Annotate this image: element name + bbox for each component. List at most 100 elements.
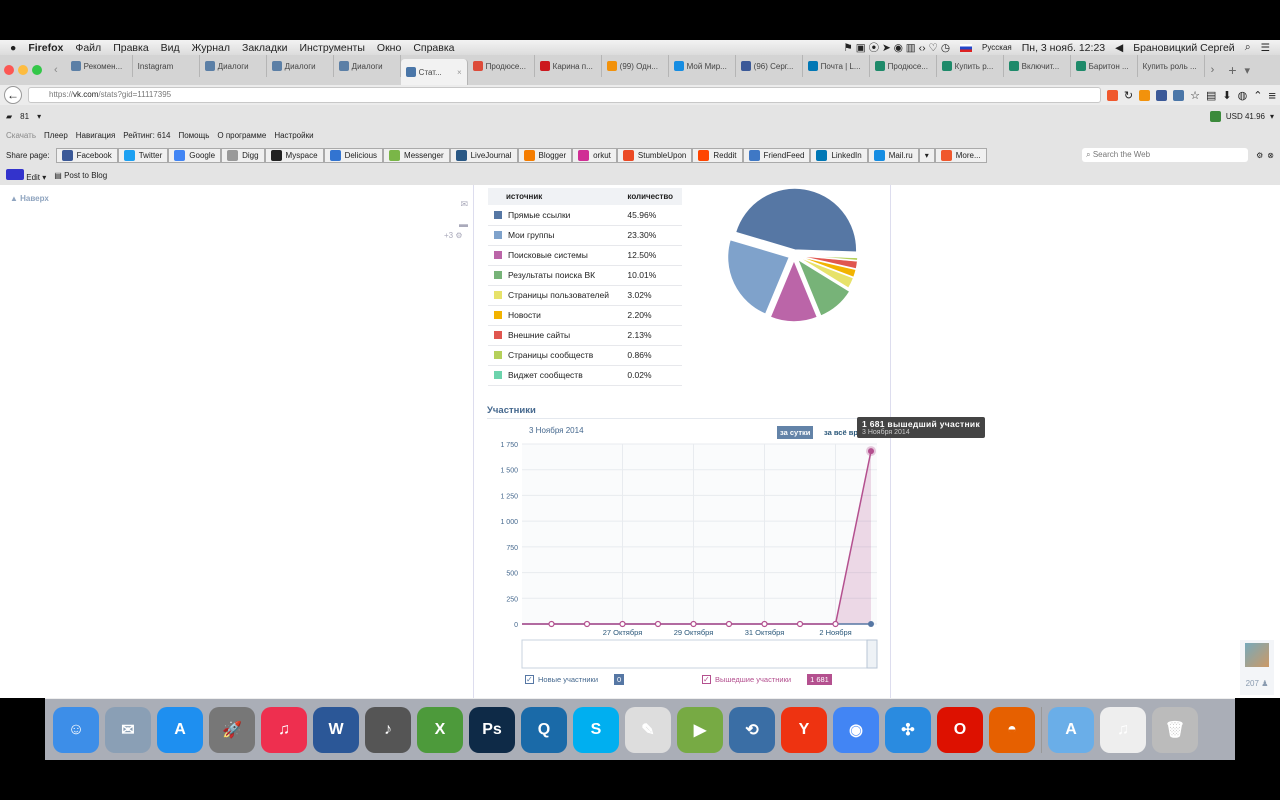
addon-plus-icon[interactable] — [1106, 89, 1118, 101]
tab-close-icon[interactable]: × — [457, 68, 462, 77]
tab[interactable]: Купить роль ... — [1138, 55, 1205, 77]
clock[interactable]: Пн, 3 нояб. 12:23 — [1022, 42, 1105, 54]
reload-icon[interactable]: ↻ — [1124, 89, 1133, 102]
dock-applications-icon[interactable]: A — [1048, 706, 1094, 753]
share-reddit[interactable]: Reddit — [692, 147, 743, 163]
share-myspace[interactable]: Myspace — [264, 147, 324, 163]
tabs-scroll-left[interactable]: ‹ — [54, 64, 58, 76]
addon-counter[interactable]: 81 — [20, 112, 29, 121]
volume-icon[interactable]: ◀ — [1115, 42, 1123, 54]
menu-help[interactable]: Справка — [413, 42, 454, 54]
addon-counter-icon[interactable]: ▰ — [6, 112, 12, 121]
dock-firefox-icon[interactable]: ◓ — [989, 706, 1035, 753]
share-facebook[interactable]: Facebook — [55, 147, 118, 163]
menu-bookmarks[interactable]: Закладки — [242, 42, 287, 54]
checkbox-new-members[interactable]: ✓ — [525, 675, 534, 684]
share-blogger[interactable]: Blogger — [517, 147, 573, 163]
range-handle[interactable] — [866, 639, 878, 669]
range-navigator[interactable] — [521, 639, 878, 669]
dock-time-machine-icon[interactable]: ⟲ — [729, 706, 775, 753]
menu-view[interactable]: Вид — [161, 42, 180, 54]
toolbar-download[interactable]: Скачать — [6, 131, 36, 140]
vk-icon[interactable] — [1173, 89, 1185, 101]
tab[interactable]: Продюсе... — [468, 55, 535, 77]
data-point[interactable] — [832, 620, 839, 628]
tab-list-dropdown[interactable]: ▾ — [1245, 64, 1251, 77]
menu-history[interactable]: Журнал — [192, 42, 230, 54]
tab[interactable]: Рекомен... — [66, 55, 133, 77]
tab[interactable]: Диалоги — [267, 55, 334, 77]
legend-left-members[interactable]: ✓ Вышедшие участники 1 681 — [702, 674, 832, 685]
toolbar-settings[interactable]: Настройки — [274, 131, 313, 140]
hamburger-menu-icon[interactable]: ≡ — [1268, 88, 1276, 103]
notification-icon[interactable]: ☰ — [1261, 42, 1270, 54]
checkbox-left-members[interactable]: ✓ — [702, 675, 711, 684]
data-point[interactable] — [761, 620, 768, 628]
currency-dropdown[interactable]: ▾ — [1270, 112, 1274, 121]
dock-finder-icon[interactable]: ☺ — [53, 706, 99, 753]
dock-mp3-icon[interactable]: ♫ — [1100, 706, 1146, 753]
dock-itunes-icon[interactable]: ♫ — [261, 706, 307, 753]
menu-app[interactable]: Firefox — [28, 42, 63, 54]
tab[interactable]: Почта | L... — [803, 55, 870, 77]
toolbar-about[interactable]: О программе — [217, 131, 266, 140]
tab[interactable]: Диалоги — [200, 55, 267, 77]
tab[interactable]: Продюсе... — [870, 55, 937, 77]
menu-file[interactable]: Файл — [75, 42, 101, 54]
input-language[interactable]: Русская — [982, 43, 1012, 52]
url-input[interactable]: https://vk.com/stats?gid=11117395 — [28, 87, 1101, 103]
language-flag-icon[interactable] — [960, 43, 973, 52]
toolbar-navigation[interactable]: Навигация — [76, 131, 116, 140]
minimize-window-button[interactable] — [18, 65, 28, 75]
reading-list-icon[interactable]: ▤ — [1206, 89, 1216, 102]
facebook-icon[interactable] — [1156, 89, 1168, 101]
zoom-window-button[interactable] — [32, 65, 42, 75]
data-point[interactable] — [619, 620, 626, 628]
tabs-scroll-right[interactable]: › — [1211, 64, 1215, 76]
dock-skype-icon[interactable]: S — [573, 706, 619, 753]
tab[interactable]: Instagram — [133, 55, 200, 77]
dock-video-icon[interactable]: ▶ — [677, 706, 723, 753]
post-to-blog-button[interactable]: ▤ Post to Blog — [54, 171, 107, 180]
toolbar-rating[interactable]: Рейтинг: 614 — [123, 131, 170, 140]
friend-avatar[interactable] — [1245, 643, 1269, 667]
share-more[interactable]: More... — [934, 147, 987, 163]
friends-online-widget[interactable]: 207 ♟ — [1240, 640, 1274, 695]
dock-yandex-icon[interactable]: Y — [781, 706, 827, 753]
tab[interactable]: Стат... × — [400, 59, 468, 85]
share-friendfeed[interactable]: FriendFeed — [742, 147, 811, 163]
toolbar-help[interactable]: Помощь — [178, 131, 209, 140]
mail-icon[interactable]: ✉ — [458, 194, 468, 214]
close-window-button[interactable] — [4, 65, 14, 75]
tab[interactable]: Включит... — [1004, 55, 1071, 77]
tab[interactable]: Купить р... — [937, 55, 1004, 77]
search-input[interactable]: ⌕ Search the Web — [1082, 148, 1249, 162]
status-icons[interactable]: ⚑ ▣ ⦿ ➤ ◉ ▥ ‹› ♡ ◷ — [843, 40, 950, 55]
dock-safari-icon[interactable]: ✣ — [885, 706, 931, 753]
toolbar-player[interactable]: Плеер — [44, 131, 68, 140]
download-icon[interactable]: ⬇ — [1222, 89, 1231, 102]
share-delicious[interactable]: Delicious — [323, 147, 384, 163]
data-point[interactable] — [690, 620, 697, 628]
globe-icon[interactable]: ◍ — [1238, 89, 1248, 102]
data-point-selected[interactable] — [868, 448, 874, 455]
more-settings[interactable]: +3 ⚙ — [444, 231, 463, 240]
data-point[interactable] — [583, 620, 591, 628]
user-name[interactable]: Брановицкий Сергей — [1133, 42, 1234, 54]
back-button[interactable]: ← — [4, 86, 22, 104]
menu-window[interactable]: Окно — [377, 42, 401, 54]
tab[interactable]: Диалоги — [334, 55, 401, 77]
share-mailru[interactable]: Mail.ru — [867, 147, 919, 163]
menu-edit[interactable]: Правка — [113, 42, 148, 54]
share-settings-icon[interactable]: ⚙ — [1256, 151, 1263, 160]
share-dropdown[interactable]: ▾ — [918, 147, 935, 163]
dock-excel-icon[interactable]: X — [417, 706, 463, 753]
data-point[interactable] — [796, 620, 804, 628]
share-linkedin[interactable]: LinkedIn — [810, 147, 868, 163]
pie-slice[interactable] — [734, 187, 858, 254]
data-point-new[interactable] — [868, 621, 874, 627]
tab[interactable]: Мой Мир... — [669, 55, 736, 77]
share-close-icon[interactable]: ⊗ — [1267, 151, 1274, 160]
scroll-to-top-link[interactable]: ▲ Наверх — [10, 194, 49, 203]
apple-icon[interactable]: ● — [10, 42, 16, 54]
